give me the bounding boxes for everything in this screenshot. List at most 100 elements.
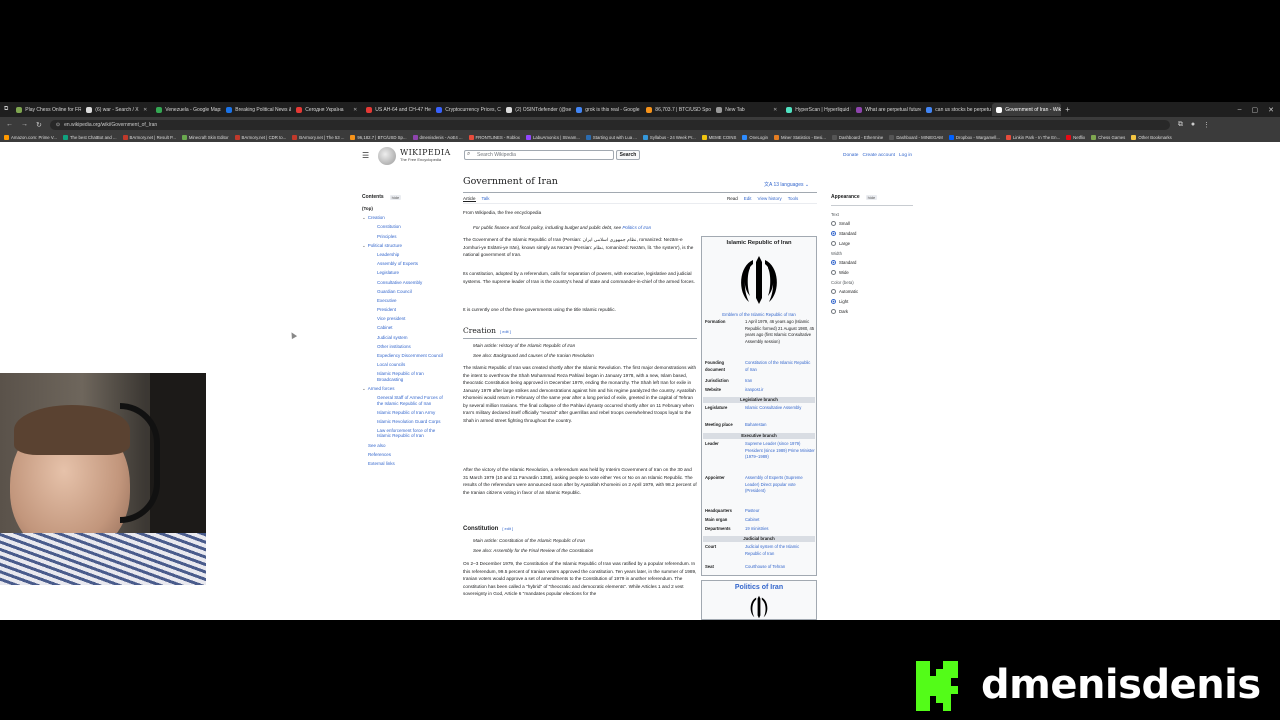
bookmark-item[interactable]: Dashboard - MINIEGAM: [889, 134, 943, 140]
login-link[interactable]: Log in: [899, 153, 912, 158]
address-bar[interactable]: ⊙ en.wikipedia.org/wiki/Government_of_Ir…: [49, 119, 1170, 130]
toc-item[interactable]: Law enforcement force of the Islamic Rep…: [362, 428, 450, 439]
site-info-icon[interactable]: ⊙: [56, 122, 60, 128]
row-value[interactable]: Iran: [745, 378, 752, 385]
toc-item[interactable]: Political structure: [362, 243, 450, 248]
toc-item[interactable]: Guardian Council: [362, 289, 450, 294]
bookmark-item[interactable]: Amazon.com: Prime V...: [4, 134, 57, 140]
browser-tab[interactable]: can us stocks be perpetual t✕: [922, 103, 991, 116]
browser-tab[interactable]: Government of Iran - Wikipe✕: [992, 103, 1062, 116]
constitution-main-article[interactable]: Main article: Constitution of the Islami…: [473, 538, 585, 543]
toc-item[interactable]: President: [362, 307, 450, 312]
forward-icon[interactable]: →: [21, 121, 28, 128]
browser-tab[interactable]: (6) war - Search / X ✕: [82, 103, 151, 116]
row-value[interactable]: Baharestan: [745, 422, 766, 429]
color-dark-radio[interactable]: Dark: [831, 309, 913, 314]
bookmark-item[interactable]: BArmory.net | Result P...: [122, 134, 176, 140]
toc-item[interactable]: Cabinet: [362, 325, 450, 330]
toc-hide-button[interactable]: hide: [389, 194, 402, 200]
text-small-radio[interactable]: Small: [831, 221, 913, 226]
back-icon[interactable]: ←: [6, 121, 13, 128]
row-value[interactable]: Judicial system of the Islamic Republic …: [745, 544, 815, 557]
tab-tools[interactable]: Tools: [788, 196, 799, 201]
edit-constitution-link[interactable]: [ edit ]: [502, 526, 513, 531]
row-value[interactable]: Cabinet: [745, 517, 759, 524]
creation-see-also[interactable]: See also: Background and causes of the I…: [473, 353, 594, 358]
constitution-see-also[interactable]: See also: Assembly for the Final Review …: [473, 548, 593, 553]
browser-tab[interactable]: grok is this real - Google Se✕: [572, 103, 641, 116]
search-input[interactable]: Search Wikipedia: [464, 150, 614, 160]
bookmark-item[interactable]: Dropbox - Wargamell...: [948, 134, 1000, 140]
row-value[interactable]: Assembly of Experts (Supreme Leader) Dir…: [745, 475, 815, 495]
bookmark-item[interactable]: Minecraft Skin Editor: [181, 134, 229, 140]
color-light-radio[interactable]: Light: [831, 299, 913, 304]
minimize-icon[interactable]: –: [1238, 106, 1242, 114]
reload-icon[interactable]: ↻: [36, 121, 42, 129]
toc-item[interactable]: Creation: [362, 215, 450, 220]
row-value[interactable]: Islamic Consultative Assembly: [745, 405, 801, 412]
toc-item[interactable]: Leadership: [362, 252, 450, 257]
bookmark-item[interactable]: dmenisdenis - AoE4 ...: [412, 134, 463, 140]
donate-link[interactable]: Donate: [843, 153, 858, 158]
toc-item[interactable]: Assembly of Experts: [362, 261, 450, 266]
tab-close-icon[interactable]: ✕: [351, 107, 357, 113]
hatnote-link[interactable]: Politics of Iran: [622, 225, 651, 230]
toc-item[interactable]: (Top): [362, 206, 450, 211]
row-value[interactable]: Courthouse of Tehran: [745, 564, 785, 571]
main-menu-icon[interactable]: ☰: [362, 151, 369, 160]
toc-item[interactable]: Expediency Discernment Council: [362, 353, 450, 358]
language-selector[interactable]: 文A 13 languages ⌄: [764, 181, 809, 188]
browser-tab[interactable]: HyperScan | Hyperliquid Ex✕: [782, 103, 851, 116]
tab-close-icon[interactable]: ✕: [141, 107, 147, 113]
politics-title[interactable]: Politics of Iran: [702, 584, 816, 591]
browser-tab[interactable]: What are perpetual futures✕: [852, 103, 921, 116]
toc-item[interactable]: Judicial system: [362, 335, 450, 340]
toc-item[interactable]: Armed forces: [362, 386, 450, 391]
toc-item[interactable]: Local councils: [362, 362, 450, 367]
bookmark-item[interactable]: Syllabus - 24 Week Pr...: [642, 134, 696, 140]
toc-item[interactable]: Islamic Revolution Guard Corps: [362, 419, 450, 424]
row-value[interactable]: Supreme Leader (since 1979) President (s…: [745, 441, 815, 461]
tab-view-history[interactable]: View history: [758, 196, 782, 201]
tab-talk[interactable]: Talk: [482, 196, 490, 202]
new-tab-icon[interactable]: +: [1065, 105, 1070, 114]
toc-item[interactable]: Islamic Republic of Iran Army: [362, 410, 450, 415]
toc-item[interactable]: References: [362, 452, 450, 457]
extensions-icon[interactable]: ⧉: [1178, 121, 1183, 129]
bookmark-item[interactable]: Linkin Park - In The En...: [1005, 134, 1060, 140]
bookmark-item[interactable]: BArmory.net | The 53 ...: [292, 134, 344, 140]
browser-tab[interactable]: (2) OSINTdefender (@sentd)✕: [502, 103, 571, 116]
browser-tab[interactable]: Venezuela - Google Maps✕: [152, 103, 221, 116]
tab-edit[interactable]: Edit: [744, 196, 752, 201]
bookmark-item[interactable]: Other Bookmarks: [1131, 134, 1172, 140]
browser-tab[interactable]: Сегодня Україна ✕: [292, 103, 361, 116]
bookmark-item[interactable]: FRONTLINES - Roblox: [468, 134, 520, 140]
tab-close-icon[interactable]: ✕: [771, 107, 777, 113]
tab-search-icon[interactable]: ⧉: [0, 106, 12, 113]
row-value[interactable]: Pasteur: [745, 508, 759, 515]
edit-creation-link[interactable]: [ edit ]: [500, 329, 511, 334]
row-value[interactable]: Constitution of the Islamic Republic of …: [745, 360, 815, 373]
bookmark-item[interactable]: Chess Games: [1091, 134, 1125, 140]
color-automatic-radio[interactable]: Automatic: [831, 289, 913, 294]
wikipedia-wordmark[interactable]: WIKIPEDIA: [400, 148, 451, 157]
toc-item[interactable]: Legislature: [362, 270, 450, 275]
bookmark-item[interactable]: Starting out with Lua ...: [585, 134, 637, 140]
toc-item[interactable]: External links: [362, 461, 450, 466]
browser-tab[interactable]: Play Chess Online for FREE -✕: [12, 103, 81, 116]
creation-main-article[interactable]: Main article: History of the Islamic Rep…: [473, 343, 575, 348]
toc-item[interactable]: Executive: [362, 298, 450, 303]
row-value[interactable]: iranpost.ir: [745, 387, 763, 394]
bookmark-item[interactable]: Dashboard - Ethermine: [831, 134, 883, 140]
toc-item[interactable]: Principles: [362, 234, 450, 239]
browser-tab[interactable]: New Tab ✕: [712, 103, 781, 116]
emblem-caption[interactable]: Emblem of the Islamic Republic of Iran: [702, 312, 816, 317]
search-button[interactable]: Search: [616, 150, 640, 160]
width-standard-radio[interactable]: Standard: [831, 260, 913, 265]
browser-tab[interactable]: 86,703.7 | BTC/USD Spot Tra✕: [642, 103, 711, 116]
close-window-icon[interactable]: ✕: [1268, 106, 1274, 114]
toc-item[interactable]: Consultative Assembly: [362, 280, 450, 285]
appearance-hide-button[interactable]: hide: [865, 194, 878, 200]
browser-tab[interactable]: Breaking Political News & Pr✕: [222, 103, 291, 116]
wikipedia-globe-logo[interactable]: [378, 147, 396, 165]
